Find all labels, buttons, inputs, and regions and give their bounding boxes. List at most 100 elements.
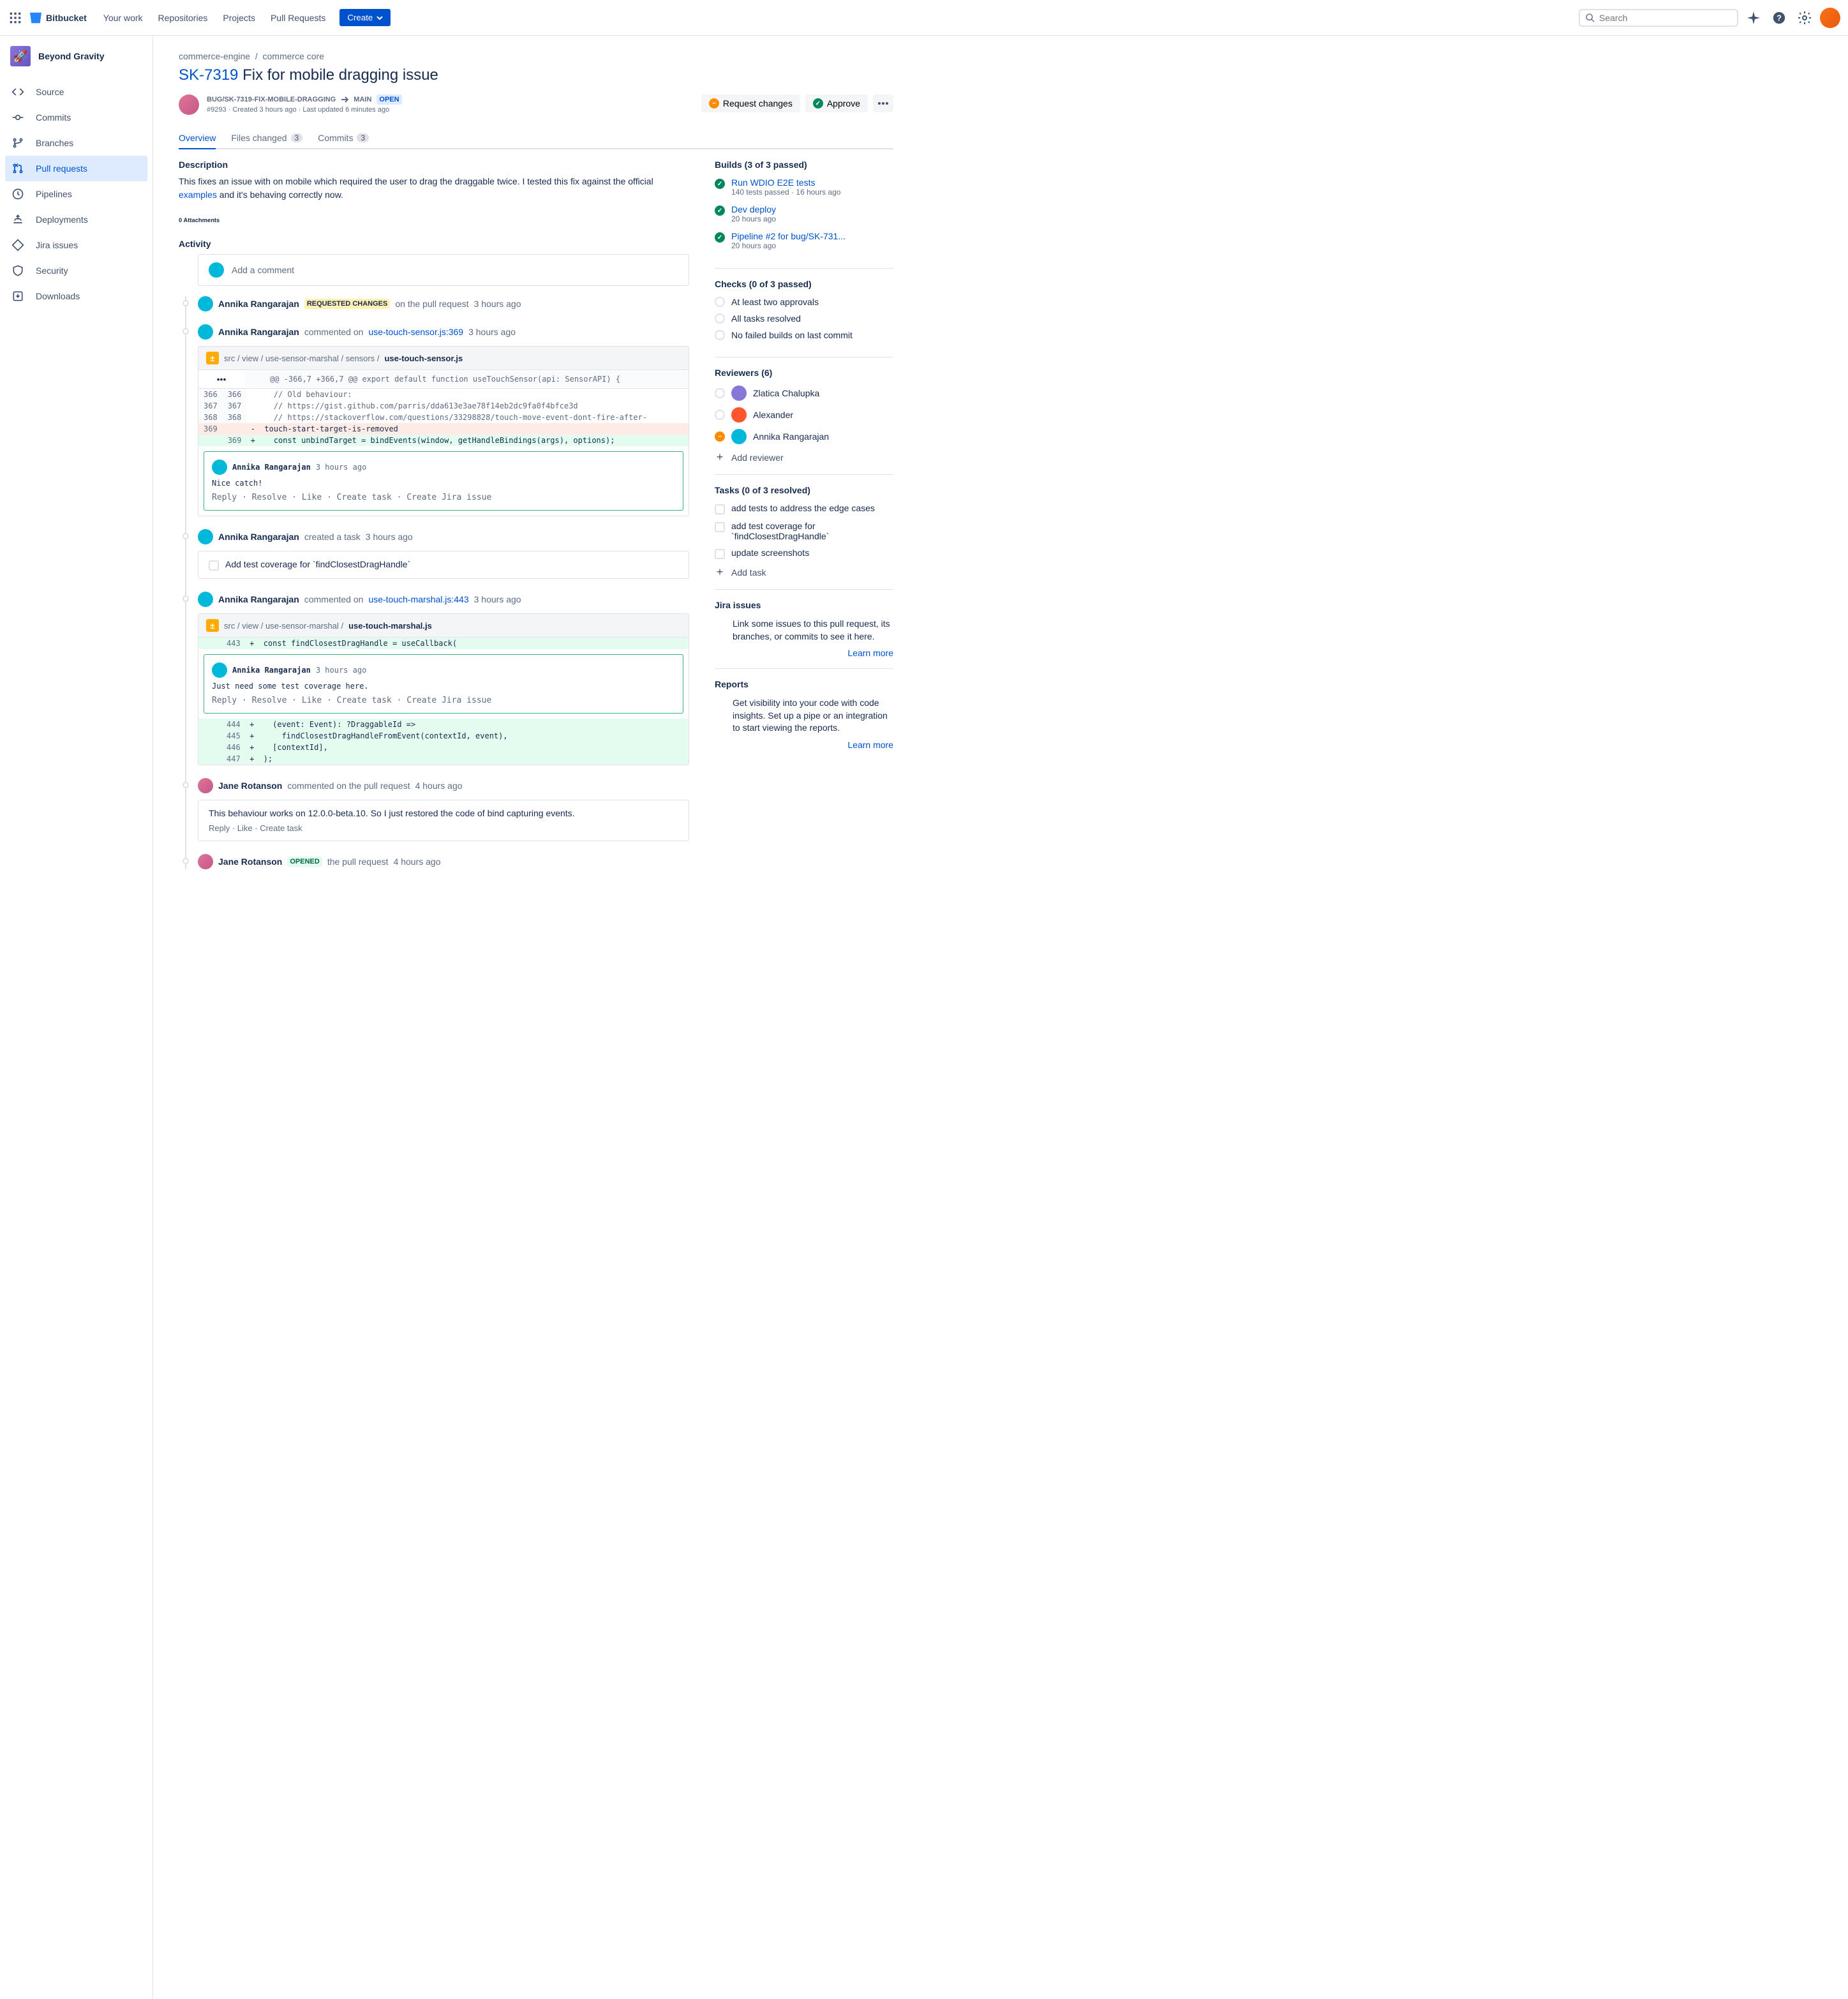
reports-learn-more-link[interactable]: Learn more [847, 740, 893, 750]
file-path: src / view / use-sensor-marshal / sensor… [224, 354, 379, 363]
jira-learn-more-link[interactable]: Learn more [847, 648, 893, 658]
requested-changes-lozenge: REQUESTED CHANGES [304, 299, 391, 309]
breadcrumb-package[interactable]: commerce core [263, 51, 324, 61]
task-checkbox[interactable] [715, 504, 725, 514]
more-actions-button[interactable] [873, 94, 893, 112]
nav-repositories[interactable]: Repositories [152, 9, 214, 27]
expand-hunk-icon[interactable]: ••• [198, 370, 244, 388]
comment-actions[interactable]: Reply · Like · Create task [209, 823, 678, 833]
user-avatar[interactable] [198, 778, 213, 793]
pr-title: SK-7319 Fix for mobile dragging issue [179, 66, 893, 84]
product-name: Bitbucket [46, 13, 87, 23]
check-row: No failed builds on last commit [715, 330, 893, 340]
check-status-icon [715, 313, 725, 324]
comment-avatar[interactable] [212, 663, 227, 678]
sidebar-item-jira-issues[interactable]: Jira issues [0, 232, 153, 258]
add-reviewer-button[interactable]: +Add reviewer [715, 451, 893, 464]
add-task-button[interactable]: +Add task [715, 565, 893, 579]
sidebar-item-downloads[interactable]: Downloads [0, 283, 153, 309]
profile-avatar[interactable] [1820, 8, 1840, 28]
sidebar-item-pipelines[interactable]: Pipelines [0, 181, 153, 207]
task-checkbox[interactable] [715, 549, 725, 559]
request-changes-button[interactable]: −Request changes [701, 94, 800, 112]
author-avatar[interactable] [179, 94, 199, 115]
file-link[interactable]: use-touch-sensor.js:369 [368, 327, 463, 337]
user-avatar[interactable] [198, 529, 213, 544]
nav-projects[interactable]: Projects [216, 9, 262, 27]
pr-key[interactable]: SK-7319 [179, 66, 238, 84]
comment-actions[interactable]: Reply · Resolve · Like · Create task · C… [212, 696, 675, 705]
add-comment-box[interactable]: Add a comment [198, 254, 689, 286]
sidebar-item-source[interactable]: Source [0, 79, 153, 105]
search-input[interactable] [1599, 13, 1732, 23]
add-comment-placeholder: Add a comment [232, 265, 294, 275]
reviewer-row[interactable]: Zlatica Chalupka [715, 386, 893, 401]
diff-card: ± src / view / use-sensor-marshal / use-… [198, 613, 689, 765]
notifications-icon[interactable] [1743, 8, 1764, 28]
reviewer-row[interactable]: Alexander [715, 407, 893, 423]
file-name[interactable]: use-touch-sensor.js [384, 354, 463, 363]
build-row[interactable]: ✓Dev deploy20 hours ago [715, 204, 893, 223]
diff-card: ± src / view / use-sensor-marshal / sens… [198, 346, 689, 516]
task-row[interactable]: update screenshots [715, 548, 893, 559]
comment-avatar[interactable] [212, 460, 227, 475]
build-row[interactable]: ✓Pipeline #2 for bug/SK-731...20 hours a… [715, 231, 893, 250]
task-row[interactable]: add test coverage for `findClosestDragHa… [715, 521, 893, 541]
activity-author[interactable]: Annika Rangarajan [218, 594, 299, 604]
sidebar-item-pull-requests[interactable]: Pull requests [5, 156, 147, 181]
sidebar-item-commits[interactable]: Commits [0, 105, 153, 130]
activity-author[interactable]: Jane Rotanson [218, 857, 282, 867]
activity-author[interactable]: Annika Rangarajan [218, 327, 299, 337]
breadcrumb-repo[interactable]: commerce-engine [179, 51, 250, 61]
bitbucket-logo[interactable]: Bitbucket [28, 10, 87, 26]
user-avatar[interactable] [198, 324, 213, 340]
tasks-section: Tasks (0 of 3 resolved) add tests to add… [715, 485, 893, 590]
comment-author[interactable]: Annika Rangarajan [232, 666, 311, 675]
code-icon [10, 84, 26, 100]
help-icon[interactable]: ? [1769, 8, 1789, 28]
reviewers-section: Reviewers (6) Zlatica Chalupka Alexander… [715, 368, 893, 475]
search-box[interactable] [1579, 9, 1738, 27]
source-branch[interactable]: BUG/SK-7319-FIX-MOBILE-DRAGGING [207, 96, 336, 103]
build-success-icon: ✓ [715, 206, 725, 216]
task-row[interactable]: add tests to address the edge cases [715, 503, 893, 514]
repo-sidebar: 🚀 Beyond Gravity Source Commits Branches… [0, 36, 153, 1999]
comment-actions[interactable]: Reply · Resolve · Like · Create task · C… [212, 493, 675, 502]
tab-commits[interactable]: Commits3 [318, 128, 369, 148]
sidebar-item-branches[interactable]: Branches [0, 130, 153, 156]
task-checkbox[interactable] [715, 522, 725, 532]
tab-overview[interactable]: Overview [179, 128, 216, 149]
activity-author[interactable]: Annika Rangarajan [218, 299, 299, 309]
deploy-icon [10, 212, 26, 227]
activity-time: 4 hours ago [394, 857, 441, 867]
app-switcher-icon[interactable] [8, 10, 23, 26]
activity-author[interactable]: Annika Rangarajan [218, 532, 299, 542]
dest-branch[interactable]: MAIN [354, 96, 371, 103]
build-row[interactable]: ✓Run WDIO E2E tests140 tests passed · 16… [715, 177, 893, 197]
checks-heading: Checks (0 of 3 passed) [715, 279, 893, 289]
settings-gear-icon[interactable] [1794, 8, 1815, 28]
tab-files-changed[interactable]: Files changed3 [231, 128, 302, 148]
user-avatar[interactable] [198, 854, 213, 869]
jira-section: Jira issues Link some issues to this pul… [715, 600, 893, 669]
task-checkbox[interactable] [209, 560, 219, 571]
sidebar-item-label: Security [36, 266, 68, 276]
nav-pull-requests[interactable]: Pull Requests [264, 9, 332, 27]
project-name: Beyond Gravity [38, 51, 104, 61]
files-count-badge: 3 [291, 133, 303, 142]
file-link[interactable]: use-touch-marshal.js:443 [368, 594, 468, 604]
activity-author[interactable]: Jane Rotanson [218, 781, 282, 791]
user-avatar[interactable] [198, 592, 213, 607]
comment-author[interactable]: Annika Rangarajan [232, 463, 311, 472]
sidebar-item-deployments[interactable]: Deployments [0, 207, 153, 232]
plus-icon: + [715, 565, 725, 579]
nav-your-work[interactable]: Your work [97, 9, 149, 27]
create-button[interactable]: Create [339, 9, 391, 26]
examples-link[interactable]: examples [179, 190, 217, 200]
file-name[interactable]: use-touch-marshal.js [348, 621, 432, 631]
sidebar-item-security[interactable]: Security [0, 258, 153, 283]
approve-button[interactable]: ✓Approve [805, 94, 868, 112]
reviewer-row[interactable]: −Annika Rangarajan [715, 429, 893, 444]
user-avatar[interactable] [198, 296, 213, 311]
file-modified-icon: ± [206, 352, 219, 364]
